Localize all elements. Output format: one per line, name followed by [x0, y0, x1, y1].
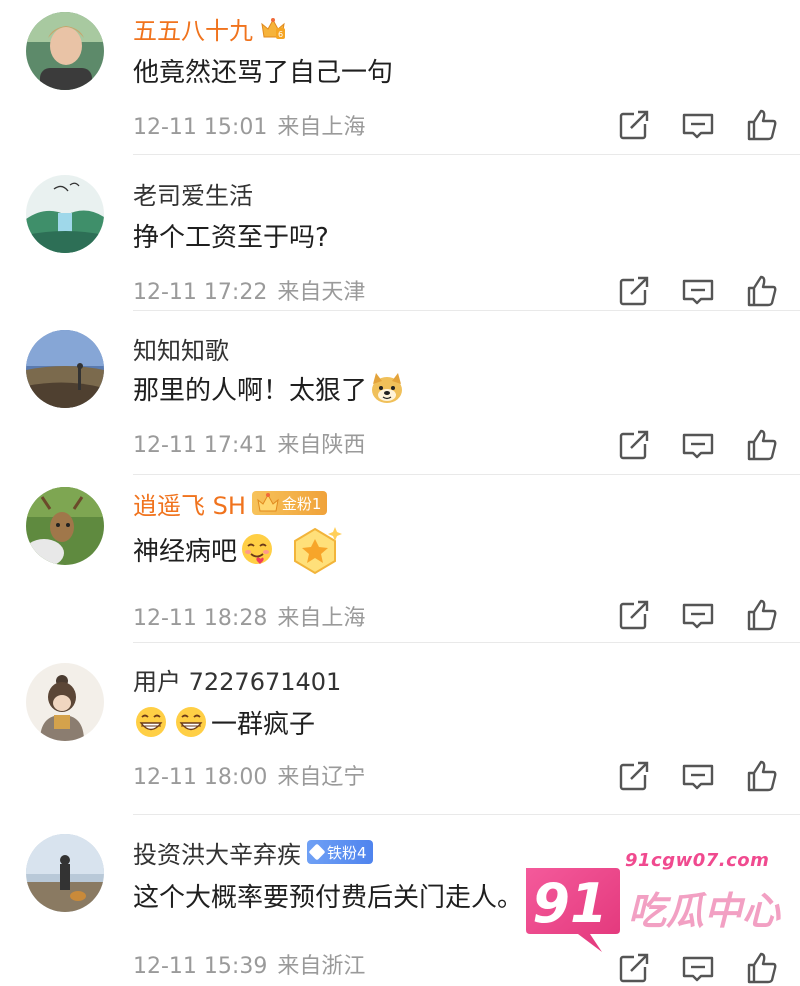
comment-actions: [588, 273, 780, 309]
love-emoji-icon: [239, 531, 275, 567]
fan-badge: 铁粉4: [307, 840, 373, 864]
like-icon[interactable]: [744, 273, 780, 309]
like-icon[interactable]: [744, 597, 780, 633]
comment-actions: [588, 758, 780, 794]
comment-item: 逍遥飞 SH 金粉1 神经病吧 12-11 18:28 来自上海: [0, 475, 800, 643]
comment-body: 一群疯子: [133, 702, 315, 742]
name-row: 用户 7227671401: [133, 662, 341, 697]
watermark-title: 吃瓜中心: [628, 889, 781, 933]
doge-emoji-icon: [369, 370, 405, 406]
comment-actions: [588, 597, 780, 633]
comment-text: 挣个工资至于吗?: [133, 222, 329, 253]
star-sticker-icon: [285, 519, 345, 579]
comment-text: 那里的人啊！太狠了: [133, 375, 368, 406]
comment-text: 他竟然还骂了自己一句: [133, 57, 394, 88]
avatar[interactable]: [26, 175, 104, 253]
name-row: 知知知歌: [133, 331, 229, 366]
watermark-logo-icon: 91: [520, 860, 624, 956]
name-row: 老司爱生活: [133, 176, 253, 211]
comment-actions: [588, 107, 780, 143]
name-row: 投资洪大辛弃疾 铁粉4: [133, 835, 373, 870]
vip-crown-icon: 6: [259, 15, 287, 41]
timestamp: 12-11 15:39 来自浙江: [133, 954, 366, 979]
repost-icon[interactable]: [616, 273, 652, 309]
avatar[interactable]: [26, 663, 104, 741]
username[interactable]: 老司爱生活: [133, 176, 253, 211]
name-row: 五五八十九 6: [133, 11, 287, 46]
comment-item: 用户 7227671401 一群疯子 12-11 18:00 来自辽宁: [0, 643, 800, 815]
repost-icon[interactable]: [616, 597, 652, 633]
username[interactable]: 逍遥飞 SH: [133, 486, 246, 521]
repost-icon[interactable]: [616, 427, 652, 463]
comment-text: 神经病吧: [133, 536, 238, 567]
username[interactable]: 五五八十九: [133, 11, 253, 46]
name-row: 逍遥飞 SH 金粉1: [133, 486, 328, 521]
meta-row: 12-11 18:00 来自辽宁: [133, 760, 365, 790]
vip-crown-icon: [256, 492, 280, 514]
timestamp: 12-11 18:00 来自辽宁: [133, 765, 366, 790]
meta-row: 12-11 17:41 来自陕西: [133, 428, 365, 458]
diamond-icon: [308, 843, 326, 861]
fan-badge: 金粉1: [251, 491, 328, 515]
timestamp: 12-11 17:41 来自陕西: [133, 433, 366, 458]
watermark-url: 91cgw07.com: [625, 850, 770, 871]
watermark: 91 91cgw07.com 吃瓜中心: [520, 850, 790, 960]
svg-text:6: 6: [278, 30, 283, 39]
comment-icon[interactable]: [680, 107, 716, 143]
repost-icon[interactable]: [616, 107, 652, 143]
comment-icon[interactable]: [680, 597, 716, 633]
comment-body: 那里的人啊！太狠了: [133, 368, 407, 408]
timestamp: 12-11 18:28 来自上海: [133, 606, 366, 631]
comment-icon[interactable]: [680, 273, 716, 309]
timestamp: 12-11 15:01 来自上海: [133, 115, 366, 140]
comment-body: 他竟然还骂了自己一句: [133, 50, 393, 90]
like-icon[interactable]: [744, 107, 780, 143]
grin-emoji-icon: [173, 704, 209, 740]
comment-item: 知知知歌 那里的人啊！太狠了 12-11 17:41 来自陕西: [0, 311, 800, 475]
like-icon[interactable]: [744, 758, 780, 794]
comment-icon[interactable]: [680, 427, 716, 463]
comment-text: 一群疯子: [211, 709, 316, 740]
username[interactable]: 知知知歌: [133, 331, 229, 366]
meta-row: 12-11 15:39 来自浙江: [133, 949, 365, 979]
timestamp: 12-11 17:22 来自天津: [133, 280, 366, 305]
avatar[interactable]: [26, 330, 104, 408]
comment-item: 老司爱生活 挣个工资至于吗? 12-11 17:22 来自天津: [0, 155, 800, 311]
comment-text: 这个大概率要预付费后关门走人。: [133, 882, 524, 913]
comment-body: 这个大概率要预付费后关门走人。: [133, 875, 523, 915]
meta-row: 12-11 15:01 来自上海: [133, 110, 365, 140]
username[interactable]: 投资洪大辛弃疾: [133, 835, 301, 870]
repost-icon[interactable]: [616, 758, 652, 794]
grin-emoji-icon: [133, 704, 169, 740]
comment-actions: [588, 427, 780, 463]
svg-text:91: 91: [532, 872, 607, 935]
meta-row: 12-11 17:22 来自天津: [133, 275, 365, 305]
comment-icon[interactable]: [680, 758, 716, 794]
avatar[interactable]: [26, 834, 104, 912]
avatar[interactable]: [26, 12, 104, 90]
avatar[interactable]: [26, 487, 104, 565]
comment-body: 神经病吧: [133, 527, 345, 575]
meta-row: 12-11 18:28 来自上海: [133, 601, 365, 631]
comment-body: 挣个工资至于吗?: [133, 215, 329, 255]
comment-item: 五五八十九 6 他竟然还骂了自己一句 12-11 15:01 来自上海: [0, 0, 800, 155]
username[interactable]: 用户 7227671401: [133, 662, 341, 697]
like-icon[interactable]: [744, 427, 780, 463]
